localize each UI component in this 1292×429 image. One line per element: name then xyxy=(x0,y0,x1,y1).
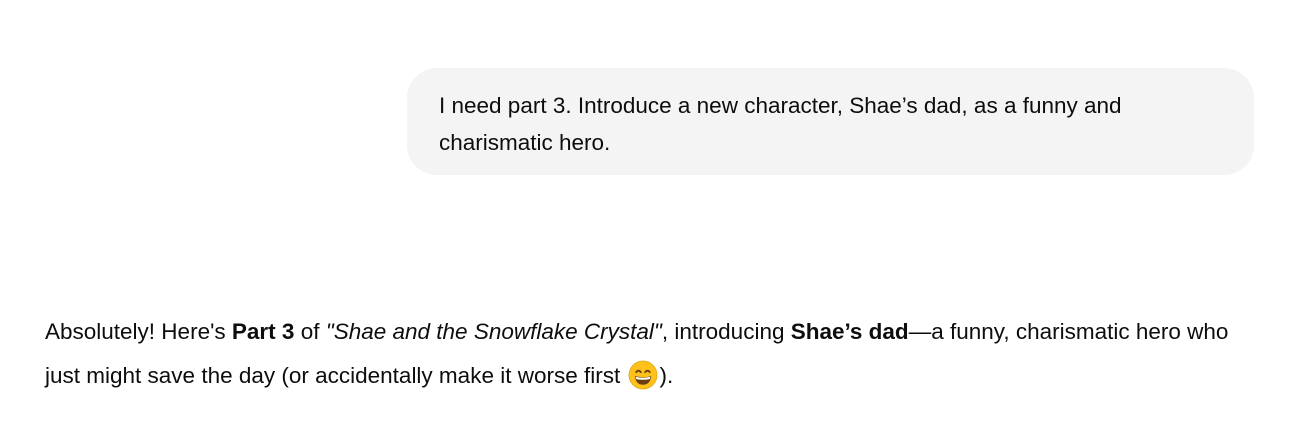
assistant-text-story-title: "Shae and the Snowflake Crystal" xyxy=(325,319,662,344)
assistant-message-paragraph: Absolutely! Here's Part 3 of "Shae and t… xyxy=(45,310,1245,398)
assistant-text-of: of xyxy=(294,319,326,344)
assistant-text-intro: Absolutely! Here's xyxy=(45,319,232,344)
assistant-text-part-label: Part 3 xyxy=(231,319,295,344)
user-message-bubble: I need part 3. Introduce a new character… xyxy=(407,68,1254,175)
assistant-text-character-name: Shae’s dad xyxy=(790,319,909,344)
assistant-text-closing: ). xyxy=(659,363,674,388)
user-message-text: I need part 3. Introduce a new character… xyxy=(439,93,1122,155)
assistant-message: Absolutely! Here's Part 3 of "Shae and t… xyxy=(45,310,1245,398)
assistant-text-introducing: , introducing xyxy=(661,319,791,344)
grinning-face-emoji-icon xyxy=(628,360,658,390)
